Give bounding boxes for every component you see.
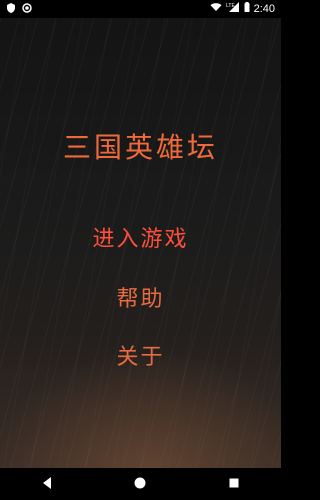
lte-signal-icon: LTE xyxy=(226,2,240,15)
about-button[interactable]: 关于 xyxy=(0,339,281,371)
android-shield-icon xyxy=(6,3,16,16)
game-main-menu: 三国英雄坛 进入游戏 帮助 关于 xyxy=(0,18,281,468)
recents-button[interactable] xyxy=(219,469,249,499)
recents-icon xyxy=(227,475,241,494)
status-time: 2:40 xyxy=(253,2,275,15)
home-button[interactable] xyxy=(125,469,155,499)
record-icon xyxy=(22,3,32,16)
battery-icon xyxy=(244,2,250,15)
game-title: 三国英雄坛 xyxy=(62,133,218,164)
start-game-button[interactable]: 进入游戏 xyxy=(0,221,281,253)
back-button[interactable] xyxy=(32,469,62,499)
status-bar: LTE 2:40 xyxy=(0,0,281,18)
phone-screen: LTE 2:40 三国英雄坛 进入游戏 帮助 关于 xyxy=(0,0,281,500)
help-button[interactable]: 帮助 xyxy=(0,281,281,313)
back-icon xyxy=(40,475,54,494)
home-icon xyxy=(133,475,147,494)
navigation-bar xyxy=(0,468,281,500)
status-left-icons xyxy=(6,3,32,16)
status-right-icons: LTE 2:40 xyxy=(210,2,275,15)
wifi-icon xyxy=(210,2,222,15)
